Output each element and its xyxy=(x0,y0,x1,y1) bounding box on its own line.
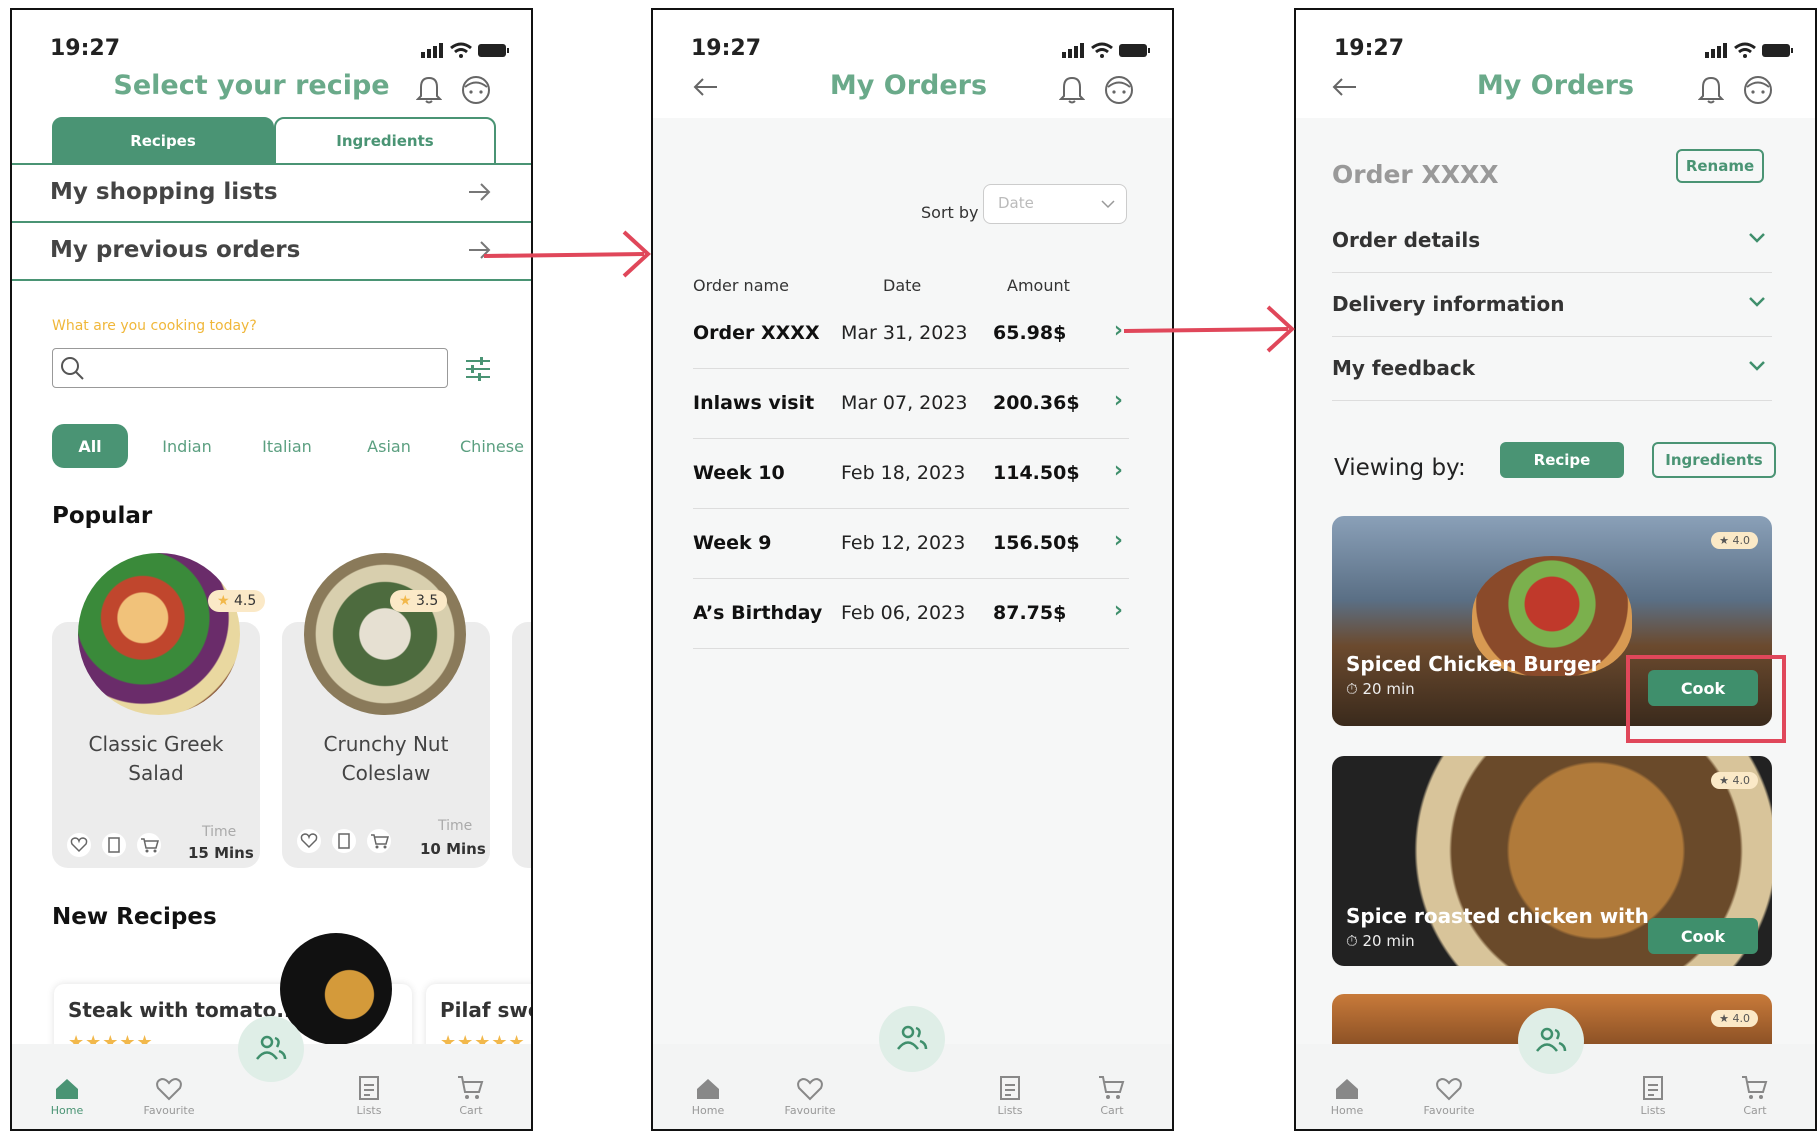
flow-arrows xyxy=(483,230,1295,353)
flow-arrow-to-orders xyxy=(483,230,651,278)
flow-arrow-to-order-detail xyxy=(1123,305,1295,353)
